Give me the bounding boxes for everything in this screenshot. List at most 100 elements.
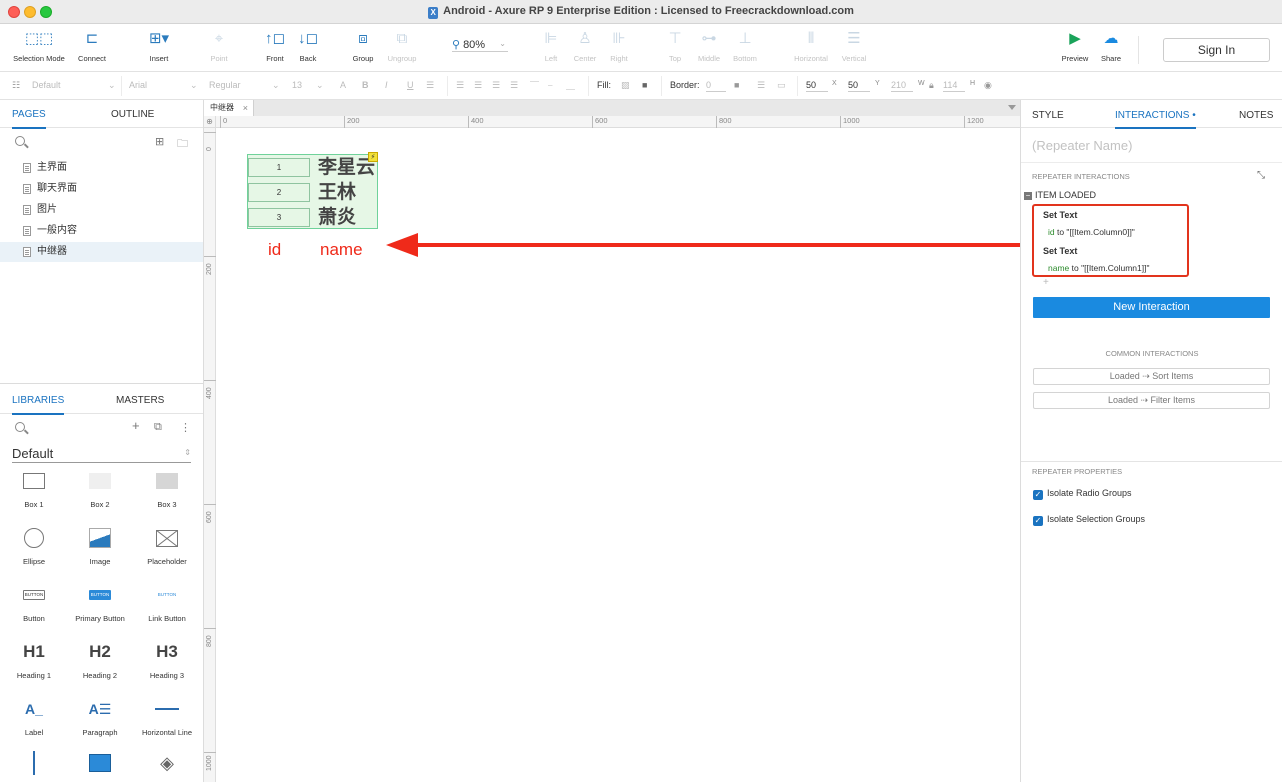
lightning-icon[interactable]: ⚡︎ [368, 152, 378, 162]
library-select[interactable]: Default ⇕ [12, 446, 191, 463]
event-item-loaded[interactable]: − ITEM LOADED [1024, 190, 1096, 200]
add-library-icon[interactable]: + [132, 418, 140, 433]
repeater-id-cell[interactable]: 3 [248, 208, 310, 227]
valign-top-icon[interactable]: ⎺ [530, 80, 539, 91]
doc-tab-repeater[interactable]: 中继器 × [204, 100, 254, 116]
repeater-row[interactable]: 3 萧炎 [248, 205, 379, 230]
repeater-row[interactable]: 1 李星云 [248, 155, 379, 180]
ungroup-button[interactable]: ⧉ Ungroup [384, 30, 420, 63]
collapse-icon[interactable]: − [1024, 192, 1032, 200]
search-icon[interactable] [15, 422, 25, 432]
bring-front-button[interactable]: ↑◻ Front [259, 30, 291, 63]
underline-icon[interactable]: U [407, 80, 414, 90]
font-family-select[interactable]: Arial [129, 80, 147, 90]
align-top-button[interactable]: ⊤ Top [660, 30, 690, 63]
widget-vertical-line[interactable] [3, 748, 65, 782]
widget-button[interactable]: BUTTON Button [3, 580, 65, 623]
style-select[interactable]: Default [32, 80, 61, 90]
page-item[interactable]: 聊天界面 [0, 179, 203, 199]
repeater-id-cell[interactable]: 2 [248, 183, 310, 202]
repeater-widget[interactable]: 1 李星云 2 王林 3 萧炎 [247, 154, 378, 229]
point-button[interactable]: ⌖ Point [203, 30, 235, 63]
action-target[interactable]: name to "[[Item.Column1]]" [1048, 263, 1149, 273]
tab-interactions[interactable]: INTERACTIONS • [1115, 110, 1196, 129]
align-center-button[interactable]: ♙ Center [569, 30, 601, 63]
widget-heading-1[interactable]: H1 Heading 1 [3, 637, 65, 680]
isolate-selection-groups-checkbox[interactable]: ✓ Isolate Selection Groups [1033, 514, 1145, 526]
sort-items-button[interactable]: Loaded ⇢ Sort Items [1033, 368, 1270, 385]
fill-color-icon[interactable]: ▨ [621, 80, 630, 91]
action-target[interactable]: id to "[[Item.Column0]]" [1048, 227, 1135, 237]
align-right-button[interactable]: ⊪ Right [604, 30, 634, 63]
border-color-icon[interactable]: ■ [734, 80, 739, 90]
library-copy-icon[interactable]: ⧉ [154, 421, 162, 434]
connect-button[interactable]: ⊏ Connect [75, 30, 109, 63]
tab-libraries[interactable]: LIBRARIES [12, 395, 65, 415]
canvas-area[interactable]: 中继器 × ⊕ 0 200 400 600 800 1000 1200 0 200… [204, 100, 1020, 782]
send-back-button[interactable]: ↓◻ Back [292, 30, 324, 63]
width-input[interactable]: 210 [891, 80, 913, 92]
height-input[interactable]: 114 [943, 80, 965, 92]
expand-icon[interactable]: ⤡ [1257, 170, 1265, 181]
eye-icon[interactable]: ◉ [984, 80, 992, 91]
interaction-case-highlight[interactable]: Set Text id to "[[Item.Column0]]" Set Te… [1032, 204, 1189, 277]
preview-button[interactable]: ▶ Preview [1058, 30, 1092, 63]
more-icon[interactable]: ⋮ [180, 421, 191, 434]
new-interaction-button[interactable]: New Interaction [1033, 297, 1270, 318]
close-icon[interactable]: × [243, 100, 248, 116]
chevron-down-icon[interactable] [1008, 105, 1016, 110]
align-text-left-icon[interactable]: ☰ [456, 80, 464, 91]
ruler-origin-icon[interactable]: ⊕ [204, 116, 216, 128]
widget-placeholder[interactable]: Placeholder [136, 523, 198, 566]
font-size-select[interactable]: 13 [292, 80, 302, 90]
text-color-icon[interactable]: A [340, 80, 346, 90]
bold-icon[interactable]: B [362, 80, 369, 90]
search-icon[interactable] [15, 136, 25, 146]
valign-middle-icon[interactable]: ⎯ [548, 80, 553, 91]
valign-bottom-icon[interactable]: ⎽ [566, 80, 575, 91]
align-bottom-button[interactable]: ⊥ Bottom [728, 30, 762, 63]
widget-ellipse[interactable]: Ellipse [3, 523, 65, 566]
align-text-center-icon[interactable]: ☰ [474, 80, 482, 91]
widget-box-2[interactable]: Box 2 [69, 466, 131, 509]
align-left-button[interactable]: ⊫ Left [536, 30, 566, 63]
add-folder-icon[interactable]: 🗀︎ [177, 135, 188, 154]
distribute-vertical-button[interactable]: ☰ Vertical [836, 30, 872, 63]
align-text-right-icon[interactable]: ☰ [492, 80, 500, 91]
lock-icon[interactable]: 🔒︎ [929, 80, 934, 91]
widget-box-1[interactable]: Box 1 [3, 466, 65, 509]
insert-button[interactable]: ⊞▾ Insert [142, 30, 176, 63]
isolate-radio-groups-checkbox[interactable]: ✓ Isolate Radio Groups [1033, 488, 1132, 500]
page-item[interactable]: 图片 [0, 200, 203, 220]
italic-icon[interactable]: I [385, 80, 388, 90]
repeater-name-cell[interactable]: 萧炎 [318, 205, 356, 229]
align-middle-button[interactable]: ⊶ Middle [693, 30, 725, 63]
selection-mode-button[interactable]: ⬚⬚ Selection Mode [10, 30, 68, 63]
add-action-icon[interactable]: + [1043, 277, 1049, 288]
widget-dynamic-panel[interactable]: ◈ [136, 748, 198, 782]
distribute-horizontal-button[interactable]: ⦀ Horizontal [789, 30, 833, 63]
panel-divider[interactable] [0, 383, 203, 384]
filter-items-button[interactable]: Loaded ⇢ Filter Items [1033, 392, 1270, 409]
repeater-name-cell[interactable]: 王林 [318, 180, 356, 204]
repeater-row[interactable]: 2 王林 [248, 180, 379, 205]
tab-outline[interactable]: OUTLINE [111, 109, 154, 120]
widget-image[interactable]: Image [69, 523, 131, 566]
group-button[interactable]: ⧈ Group [347, 30, 379, 63]
widget-hotspot[interactable] [69, 748, 131, 782]
add-page-icon[interactable]: ⊞ [155, 135, 164, 148]
action-set-text[interactable]: Set Text [1043, 246, 1077, 256]
share-button[interactable]: ☁ Share [1096, 30, 1126, 63]
repeater-name-cell[interactable]: 李星云 [318, 155, 375, 179]
repeater-name-input[interactable]: (Repeater Name) [1032, 138, 1132, 153]
tab-pages[interactable]: PAGES [12, 109, 46, 129]
y-input[interactable]: 50 [848, 80, 870, 92]
fill-shadow-icon[interactable]: ■ [642, 80, 647, 90]
widget-heading-2[interactable]: H2 Heading 2 [69, 637, 131, 680]
widget-paragraph[interactable]: A☰ Paragraph [69, 694, 131, 738]
border-style-icon[interactable]: ☰ [757, 80, 765, 91]
list-icon[interactable]: ☰ [426, 80, 434, 91]
page-item[interactable]: 主界面 [0, 158, 203, 178]
page-item[interactable]: 一般内容 [0, 221, 203, 241]
widget-label[interactable]: A_ Label [3, 694, 65, 737]
